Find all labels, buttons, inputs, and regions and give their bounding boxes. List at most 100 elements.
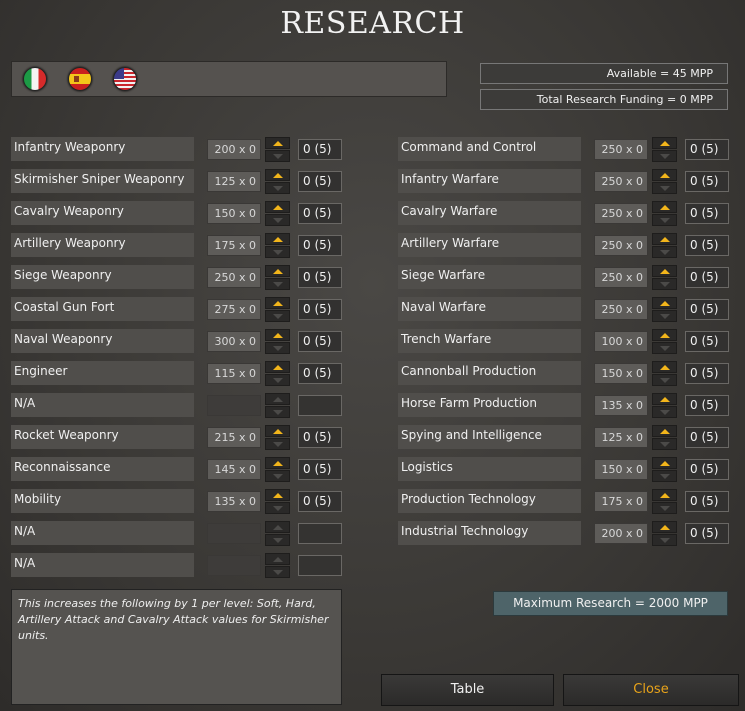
arrow-up-icon: [660, 429, 670, 434]
decrease-button[interactable]: [265, 310, 290, 322]
research-stepper[interactable]: [652, 297, 677, 322]
increase-button[interactable]: [652, 233, 677, 245]
decrease-button[interactable]: [265, 182, 290, 194]
research-level: 0 (5): [298, 459, 342, 480]
arrow-up-icon: [660, 237, 670, 242]
spain-flag-icon[interactable]: [68, 67, 92, 91]
increase-button[interactable]: [652, 521, 677, 533]
increase-button[interactable]: [652, 361, 677, 373]
research-stepper[interactable]: [265, 553, 290, 578]
decrease-button[interactable]: [265, 246, 290, 258]
research-level: 0 (5): [685, 267, 729, 288]
research-stepper[interactable]: [265, 169, 290, 194]
research-level: 0 (5): [685, 523, 729, 544]
research-stepper[interactable]: [265, 137, 290, 162]
research-stepper[interactable]: [652, 393, 677, 418]
increase-button[interactable]: [265, 553, 290, 565]
research-stepper[interactable]: [652, 169, 677, 194]
decrease-button[interactable]: [652, 438, 677, 450]
research-stepper[interactable]: [652, 201, 677, 226]
increase-button[interactable]: [652, 425, 677, 437]
decrease-button[interactable]: [265, 150, 290, 162]
research-stepper[interactable]: [652, 457, 677, 482]
decrease-button[interactable]: [265, 406, 290, 418]
research-stepper[interactable]: [265, 393, 290, 418]
research-stepper[interactable]: [652, 329, 677, 354]
increase-button[interactable]: [265, 425, 290, 437]
close-button[interactable]: Close: [563, 674, 739, 706]
increase-button[interactable]: [652, 457, 677, 469]
arrow-up-icon: [660, 397, 670, 402]
research-stepper[interactable]: [652, 521, 677, 546]
research-stepper[interactable]: [652, 425, 677, 450]
decrease-button[interactable]: [652, 502, 677, 514]
increase-button[interactable]: [652, 329, 677, 341]
decrease-button[interactable]: [652, 374, 677, 386]
research-stepper[interactable]: [652, 489, 677, 514]
italy-flag-icon[interactable]: [23, 67, 47, 91]
increase-button[interactable]: [265, 137, 290, 149]
arrow-down-icon: [660, 218, 670, 223]
research-stepper[interactable]: [265, 329, 290, 354]
decrease-button[interactable]: [265, 342, 290, 354]
increase-button[interactable]: [265, 265, 290, 277]
increase-button[interactable]: [265, 233, 290, 245]
increase-button[interactable]: [265, 201, 290, 213]
increase-button[interactable]: [652, 489, 677, 501]
decrease-button[interactable]: [652, 278, 677, 290]
increase-button[interactable]: [652, 169, 677, 181]
research-stepper[interactable]: [652, 233, 677, 258]
research-cost: 275 x 0: [207, 299, 261, 320]
increase-button[interactable]: [265, 489, 290, 501]
increase-button[interactable]: [265, 457, 290, 469]
decrease-button[interactable]: [652, 182, 677, 194]
research-stepper[interactable]: [265, 489, 290, 514]
decrease-button[interactable]: [652, 310, 677, 322]
research-stepper[interactable]: [652, 361, 677, 386]
increase-button[interactable]: [652, 201, 677, 213]
increase-button[interactable]: [652, 297, 677, 309]
decrease-button[interactable]: [652, 470, 677, 482]
increase-button[interactable]: [265, 169, 290, 181]
research-stepper[interactable]: [652, 265, 677, 290]
research-stepper[interactable]: [265, 201, 290, 226]
increase-button[interactable]: [265, 329, 290, 341]
research-label: Cavalry Warfare: [398, 201, 581, 225]
decrease-button[interactable]: [652, 214, 677, 226]
increase-button[interactable]: [265, 361, 290, 373]
arrow-up-icon: [273, 397, 283, 402]
decrease-button[interactable]: [265, 502, 290, 514]
usa-flag-icon[interactable]: [113, 67, 137, 91]
research-stepper[interactable]: [265, 521, 290, 546]
arrow-up-icon: [660, 333, 670, 338]
research-stepper[interactable]: [265, 233, 290, 258]
research-stepper[interactable]: [265, 361, 290, 386]
decrease-button[interactable]: [265, 278, 290, 290]
decrease-button[interactable]: [652, 246, 677, 258]
decrease-button[interactable]: [265, 566, 290, 578]
arrow-down-icon: [660, 410, 670, 415]
research-stepper[interactable]: [265, 265, 290, 290]
decrease-button[interactable]: [265, 534, 290, 546]
increase-button[interactable]: [652, 137, 677, 149]
increase-button[interactable]: [652, 393, 677, 405]
decrease-button[interactable]: [265, 438, 290, 450]
research-label: N/A: [11, 521, 194, 545]
increase-button[interactable]: [265, 521, 290, 533]
research-level: 0 (5): [298, 491, 342, 512]
research-stepper[interactable]: [265, 425, 290, 450]
increase-button[interactable]: [652, 265, 677, 277]
increase-button[interactable]: [265, 393, 290, 405]
research-stepper[interactable]: [265, 297, 290, 322]
decrease-button[interactable]: [265, 214, 290, 226]
research-stepper[interactable]: [265, 457, 290, 482]
research-stepper[interactable]: [652, 137, 677, 162]
decrease-button[interactable]: [652, 534, 677, 546]
decrease-button[interactable]: [265, 374, 290, 386]
decrease-button[interactable]: [265, 470, 290, 482]
decrease-button[interactable]: [652, 342, 677, 354]
increase-button[interactable]: [265, 297, 290, 309]
decrease-button[interactable]: [652, 150, 677, 162]
decrease-button[interactable]: [652, 406, 677, 418]
table-button[interactable]: Table: [381, 674, 554, 706]
